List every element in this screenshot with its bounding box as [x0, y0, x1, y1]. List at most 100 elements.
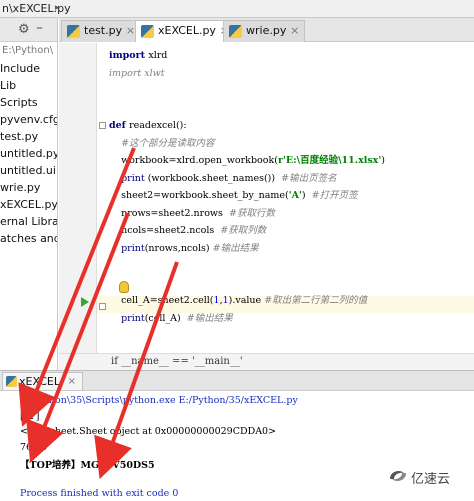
gear-icon[interactable]: ⚙: [18, 22, 30, 37]
code-token: readexcel():: [129, 120, 187, 131]
code-token: #获取列数: [220, 225, 267, 236]
code-token: xlrd: [148, 50, 168, 61]
tab-test-py[interactable]: test.py ×: [61, 20, 142, 42]
code-token: #获取行数: [228, 207, 275, 219]
code-line[interactable]: import xlrd: [109, 47, 385, 65]
code-token: ).value: [228, 295, 265, 306]
tree-item[interactable]: xEXCEL.py: [0, 196, 57, 213]
project-tree-toolbar: ⚙ –: [0, 18, 57, 42]
code-line[interactable]: def readexcel():: [109, 117, 385, 135]
code-line[interactable]: sheet2=workbook.sheet_by_name('A') #打开页签: [109, 187, 385, 205]
code-token: #取出第二行第二列的值: [264, 295, 368, 306]
code-token: import xlwt: [109, 67, 165, 79]
tab-label: wrie.py: [246, 24, 287, 37]
console-line: Process finished with exit code 0: [20, 488, 179, 499]
code-token: nrows=sheet2.nrows: [109, 207, 229, 219]
code-text[interactable]: import xlrd import xlwt def readexcel(): #…: [109, 47, 385, 397]
code-token: #输出页签名: [281, 172, 337, 184]
code-line[interactable]: print(nrows,ncols) #输出结果: [109, 240, 385, 258]
code-line[interactable]: [109, 275, 385, 293]
python-file-icon: [229, 25, 242, 38]
code-token: ): [301, 190, 312, 201]
tab-label: test.py: [84, 24, 123, 37]
code-line[interactable]: [109, 82, 385, 100]
fold-marker-icon[interactable]: [99, 303, 106, 310]
tree-item[interactable]: Scripts: [0, 94, 57, 111]
code-token: sheet2=workbook.sheet_by_name(: [109, 190, 289, 201]
tab-wrie-py[interactable]: wrie.py ×: [223, 20, 306, 42]
code-token: workbook=xlrd.open_workbook(: [109, 155, 278, 166]
editor-gutter[interactable]: [59, 43, 97, 353]
tree-item[interactable]: pyvenv.cfg: [0, 111, 57, 128]
code-line[interactable]: print (workbook.sheet_names()) #输出页签名: [109, 170, 385, 188]
code-token: r'E:\百度经验\11.xlsx': [277, 155, 382, 166]
code-editor[interactable]: import xlrd import xlwt def readexcel(): #…: [59, 43, 474, 394]
run-tab[interactable]: xEXCEL ×: [2, 372, 83, 390]
python-file-icon: [141, 25, 154, 38]
tree-item[interactable]: atches and: [0, 230, 57, 247]
close-icon[interactable]: ×: [68, 373, 76, 391]
code-line[interactable]: cell_A=sheet2.cell(1,1).value #取出第二行第二列的…: [109, 292, 385, 310]
code-line[interactable]: [109, 257, 385, 275]
console-line: <xlrd.sheet.Sheet object at 0x0000000002…: [20, 426, 277, 437]
tree-item[interactable]: wrie.py: [0, 179, 57, 196]
tree-item[interactable]: untitled.py: [0, 145, 57, 162]
chevron-right-icon: ▸: [55, 3, 60, 13]
code-line[interactable]: [109, 100, 385, 118]
tree-item[interactable]: test.py: [0, 128, 57, 145]
code-token: #这个部分是读取内容: [109, 137, 215, 149]
console-line: ['A']: [20, 410, 40, 422]
code-token: cell_A=sheet2.cell(: [109, 295, 214, 306]
tree-item[interactable]: untitled.ui: [0, 162, 57, 179]
tree-item[interactable]: Include: [0, 60, 57, 77]
project-tree: ⚙ – E:\Python\ Include Lib Scripts pyvenv.c…: [0, 18, 58, 370]
code-token: (cell_A): [144, 312, 187, 324]
code-line[interactable]: nrows=sheet2.nrows #获取行数: [109, 205, 385, 223]
code-token: print: [121, 172, 145, 184]
code-token: print: [121, 242, 145, 254]
code-token: #输出结果: [186, 312, 233, 324]
code-line[interactable]: ncols=sheet2.ncols #获取列数: [109, 222, 385, 240]
editor-breadcrumb-label[interactable]: if __name__ == '__main__': [111, 356, 243, 367]
editor-breadcrumb: if __name__ == '__main__': [59, 353, 474, 370]
run-tab-label: xEXCEL: [19, 375, 60, 388]
fold-marker-icon[interactable]: [99, 122, 106, 129]
tab-label: xEXCEL.py: [158, 24, 216, 37]
collapse-icon[interactable]: –: [36, 20, 43, 36]
tree-root-item[interactable]: E:\Python\: [0, 42, 57, 60]
run-panel-header: xEXCEL ×: [0, 370, 474, 391]
code-token: ): [381, 155, 385, 166]
code-line[interactable]: import xlwt: [109, 65, 385, 83]
watermark: 亿速云: [388, 465, 470, 487]
tree-item[interactable]: ernal Libra: [0, 213, 57, 230]
watermark-logo-icon: [390, 471, 406, 481]
console-line: E:\Python\35\Scripts\python.exe E:/Pytho…: [20, 395, 298, 406]
code-line[interactable]: workbook=xlrd.open_workbook(r'E:\百度经验\11…: [109, 152, 385, 170]
close-icon[interactable]: ×: [290, 21, 299, 41]
tab-xexcel-py[interactable]: xEXCEL.py ×: [135, 20, 235, 42]
breadcrumb[interactable]: n\xEXCEL.py: [2, 2, 71, 15]
code-token: (nrows,ncols): [144, 242, 213, 254]
watermark-text: 亿速云: [411, 472, 451, 487]
code-token: 'A': [288, 190, 302, 201]
code-line[interactable]: print(cell_A) #输出结果: [109, 310, 385, 328]
run-gutter-icon[interactable]: [81, 297, 89, 307]
code-token: #输出结果: [212, 242, 259, 254]
code-line[interactable]: #这个部分是读取内容: [109, 135, 385, 153]
editor-tabs: test.py × xEXCEL.py × wrie.py ×: [59, 18, 474, 42]
code-token: def: [109, 120, 130, 131]
code-token: (workbook.sheet_names()): [144, 172, 282, 184]
console-line: 76 10: [20, 441, 48, 453]
tree-item[interactable]: Lib: [0, 77, 57, 94]
console-line: 【TOP培养】MG80V50DS5: [20, 460, 155, 471]
code-line[interactable]: [109, 327, 385, 345]
code-token: ncols=sheet2.ncols: [109, 225, 221, 236]
close-icon[interactable]: ×: [126, 21, 135, 41]
top-breadcrumb-bar: n\xEXCEL.py ▸: [0, 0, 474, 18]
code-token: print: [121, 312, 145, 324]
python-file-icon: [6, 376, 17, 387]
python-file-icon: [67, 25, 80, 38]
